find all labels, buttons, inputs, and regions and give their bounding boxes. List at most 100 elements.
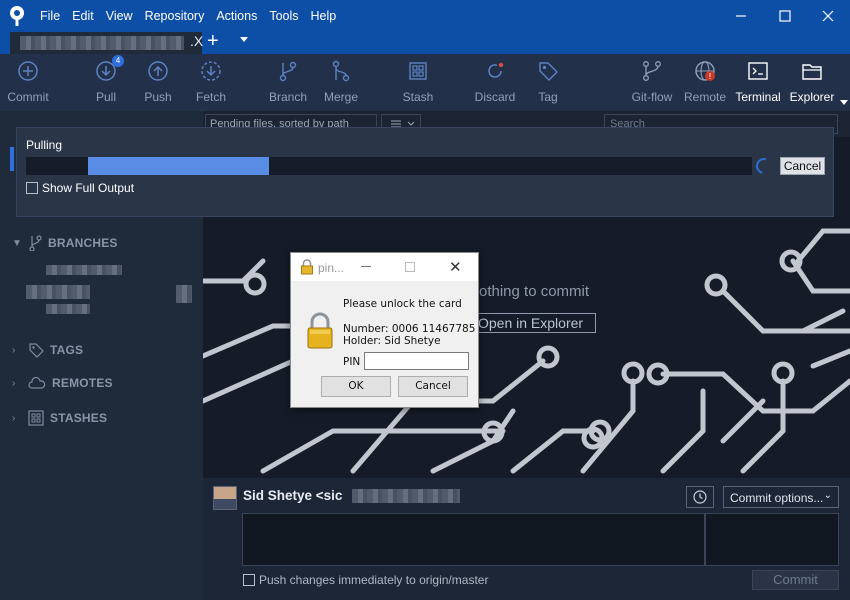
pull-progress-bar	[26, 157, 752, 175]
gitflow-label: Git-flow	[631, 90, 673, 104]
commit-history-button[interactable]	[686, 486, 714, 508]
svg-text:!: !	[708, 72, 711, 81]
pull-progress-panel: Pulling Cancel Show Full Output	[16, 127, 834, 217]
branch-label: Branch	[268, 90, 308, 104]
menu-actions[interactable]: Actions	[210, 0, 263, 32]
pull-label: Pull	[95, 90, 116, 104]
card-holder: Holder: Sid Shetye	[343, 335, 441, 347]
sidebar-selection-indicator	[10, 147, 14, 171]
show-full-output-option[interactable]: Show Full Output	[26, 181, 134, 195]
maximize-button[interactable]	[762, 0, 807, 32]
tab-strip: .X +	[0, 30, 850, 54]
avatar	[213, 486, 237, 510]
lock-icon	[301, 259, 313, 275]
merge-label: Merge	[323, 90, 358, 104]
commit-message-input[interactable]	[242, 513, 705, 566]
stash-tool-button[interactable]: Stash	[390, 60, 446, 104]
commit-label: Commit	[7, 90, 49, 104]
menu-help[interactable]: Help	[305, 0, 343, 32]
dialog-minimize-button[interactable]	[361, 266, 371, 267]
sidebar-section-stashes[interactable]: › STASHES	[12, 410, 107, 426]
chevron-right-icon: ›	[12, 377, 16, 389]
commit-tool-button[interactable]: Commit	[0, 60, 56, 104]
redacted-email	[352, 489, 460, 503]
sidebar-branches-label: BRANCHES	[48, 236, 118, 250]
push-immediately-checkbox[interactable]	[243, 574, 255, 586]
dialog-maximize-button[interactable]	[405, 262, 415, 272]
pin-input[interactable]	[364, 352, 469, 370]
push-icon	[147, 60, 169, 82]
stash-section-icon	[28, 410, 44, 426]
pull-count-badge: 4	[112, 55, 124, 67]
redacted-branch-item	[46, 265, 122, 275]
dialog-close-icon[interactable]: ✕	[449, 258, 462, 276]
show-full-output-checkbox[interactable]	[26, 182, 38, 194]
commit-icon	[17, 60, 39, 82]
menu-repository[interactable]: Repository	[139, 0, 211, 32]
sidebar-section-tags[interactable]: › TAGS	[12, 342, 83, 358]
merge-tool-button[interactable]: Merge	[313, 60, 369, 104]
pull-title: Pulling	[26, 138, 63, 152]
tab-close-icon[interactable]: .X	[190, 33, 203, 49]
terminal-label: Terminal	[735, 90, 781, 104]
minimize-button[interactable]	[718, 0, 763, 32]
menu-view[interactable]: View	[100, 0, 139, 32]
menu-edit[interactable]: Edit	[66, 0, 100, 32]
sidebar-tags-label: TAGS	[50, 343, 84, 357]
title-bar: File Edit View Repository Actions Tools …	[0, 0, 850, 32]
discard-tool-button[interactable]: Discard	[467, 60, 523, 104]
pull-cancel-button[interactable]: Cancel	[780, 157, 825, 175]
folder-icon	[801, 60, 823, 82]
sidebar-section-branches[interactable]: ▼ BRANCHES	[12, 235, 118, 251]
pull-tool-button[interactable]: 4 Pull	[78, 55, 134, 104]
explorer-label: Explorer	[789, 90, 835, 104]
fetch-tool-button[interactable]: Fetch	[183, 60, 239, 104]
padlock-icon	[307, 312, 333, 349]
push-immediately-label: Push changes immediately to origin/maste…	[259, 573, 489, 587]
push-immediately-option[interactable]: Push changes immediately to origin/maste…	[243, 573, 488, 587]
menu-bar: File Edit View Repository Actions Tools …	[34, 0, 342, 32]
branch-section-icon	[29, 235, 42, 251]
pin-prompt: Please unlock the card	[343, 298, 462, 310]
menu-file[interactable]: File	[34, 0, 66, 32]
merge-icon	[330, 60, 352, 82]
stash-icon	[407, 60, 429, 82]
commit-message-side-panel	[705, 513, 839, 566]
repo-tab[interactable]: .X	[10, 32, 203, 54]
redacted-branch-item	[46, 304, 90, 314]
sidebar-remotes-label: REMOTES	[52, 376, 113, 390]
toolbar: Commit 4 Pull Push Fetch Branch Merge St…	[0, 54, 850, 111]
app-logo-icon[interactable]	[0, 0, 34, 32]
card-number: Number: 0006 11467785	[343, 323, 476, 335]
chevron-down-icon: ▼	[12, 237, 22, 249]
redacted-branch-item	[176, 285, 192, 303]
tab-dropdown-icon[interactable]	[240, 37, 248, 42]
close-button[interactable]	[805, 0, 850, 32]
branch-tool-button[interactable]: Branch	[260, 60, 316, 104]
remote-tool-button[interactable]: ! Remote	[677, 60, 733, 104]
new-tab-button[interactable]: +	[207, 30, 219, 53]
commit-button[interactable]: Commit	[752, 570, 839, 590]
commit-options-dropdown[interactable]: Commit options... ⌄	[723, 486, 839, 508]
fetch-label: Fetch	[195, 90, 226, 104]
push-tool-button[interactable]: Push	[130, 60, 186, 104]
gitflow-tool-button[interactable]: Git-flow	[624, 60, 680, 104]
tag-tool-button[interactable]: Tag	[520, 60, 576, 104]
commit-options-label: Commit options...	[730, 491, 824, 505]
discard-label: Discard	[474, 90, 516, 104]
ok-button[interactable]: OK	[321, 376, 391, 397]
explorer-tool-button[interactable]: Explorer	[784, 60, 840, 104]
tag-icon	[537, 60, 559, 82]
toolbar-overflow-icon[interactable]	[840, 100, 848, 105]
pin-dialog-title: pin...	[318, 261, 345, 275]
sidebar-section-remotes[interactable]: › REMOTES	[12, 376, 113, 390]
gitflow-icon	[641, 60, 663, 82]
terminal-tool-button[interactable]: Terminal	[730, 60, 786, 104]
menu-tools[interactable]: Tools	[263, 0, 304, 32]
pin-dialog: pin... ✕ Please unlock the card Number: …	[290, 252, 479, 408]
branch-icon	[277, 60, 299, 82]
stash-label: Stash	[402, 90, 434, 104]
show-full-output-label: Show Full Output	[42, 181, 135, 195]
open-in-explorer-button[interactable]: Open in Explorer	[471, 313, 596, 333]
dialog-cancel-button[interactable]: Cancel	[398, 376, 468, 397]
